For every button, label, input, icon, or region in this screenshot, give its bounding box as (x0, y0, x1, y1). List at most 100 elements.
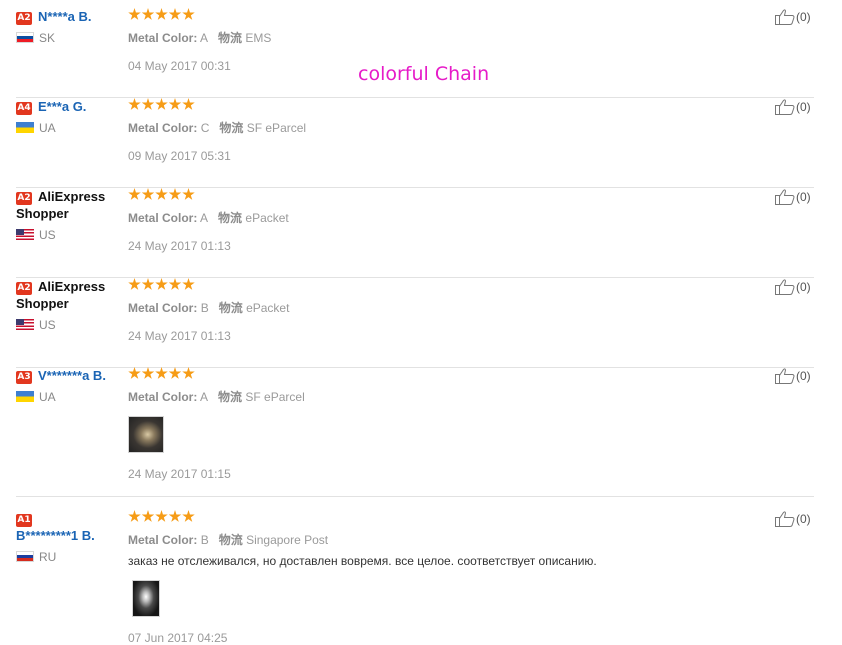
reviewer-country: UA (16, 390, 124, 404)
like-count: (0) (796, 190, 811, 204)
star-icon (141, 98, 155, 110)
reviewer-info: A2 AliExpress Shopper US (16, 278, 124, 332)
star-rating (128, 188, 196, 203)
reviewer-country: US (16, 228, 124, 242)
metal-color-label: Metal Color: (128, 533, 198, 547)
star-icon (128, 510, 141, 522)
review-date: 09 May 2017 05:31 (128, 149, 231, 163)
metal-color-value: B (200, 533, 209, 547)
star-icon (182, 8, 195, 20)
order-attributes: Metal Color: A 物流 SF eParcel (128, 390, 728, 404)
order-attributes: Metal Color: A 物流 EMS (128, 31, 728, 45)
buyer-level-badge: A1 (16, 514, 32, 527)
reviewer-info: A2 AliExpress Shopper US (16, 188, 124, 242)
star-icon (155, 278, 168, 290)
metal-color-value: B (200, 301, 209, 315)
reviewer-info: A3 V*******a B. UA (16, 367, 124, 404)
review-item: A2 AliExpress Shopper US Metal Color: B 物流… (16, 278, 814, 368)
metal-color-value: A (200, 31, 209, 45)
star-icon (128, 188, 141, 200)
shipping-value: ePacket (246, 301, 290, 315)
usa-flag-icon (16, 319, 34, 330)
thumbs-up-icon (775, 368, 795, 384)
shipping-value: SF eParcel (245, 390, 305, 404)
country-code: US (39, 228, 56, 242)
review-content: Metal Color: B 物流 Singapore Post заказ не… (128, 510, 728, 645)
star-icon (128, 367, 141, 379)
star-icon (141, 367, 155, 379)
star-icon (128, 98, 141, 110)
review-photo-thumbnail[interactable] (132, 580, 160, 617)
metal-color-value: A (200, 390, 209, 404)
star-icon (155, 8, 168, 20)
star-icon (141, 188, 155, 200)
shipping-label: 物流 (218, 301, 243, 315)
reviewer-name[interactable]: V*******a B. (38, 368, 106, 383)
ukraine-flag-icon (16, 391, 34, 402)
like-button[interactable]: (0) (774, 510, 811, 528)
metal-color-label: Metal Color: (128, 390, 198, 404)
review-item: A1 B*********1 B. RU Metal Color: B 物流 Sin… (16, 510, 814, 645)
thumbs-up-icon (775, 99, 795, 115)
star-rating (128, 510, 196, 525)
review-content: Metal Color: C 物流 SF eParcel 09 May 2017 … (128, 98, 728, 163)
star-icon (168, 278, 182, 290)
star-icon (155, 367, 168, 379)
like-button[interactable]: (0) (774, 98, 811, 116)
metal-color-label: Metal Color: (128, 121, 198, 135)
country-code: UA (39, 390, 56, 404)
reviewer-name[interactable]: B*********1 B. (16, 528, 95, 543)
star-rating (128, 8, 196, 23)
star-icon (182, 188, 195, 200)
star-icon (168, 188, 182, 200)
review-divider (16, 496, 814, 497)
review-date: 07 Jun 2017 04:25 (128, 631, 228, 645)
shipping-value: Singapore Post (246, 533, 329, 547)
like-count: (0) (796, 100, 811, 114)
review-content: Metal Color: A 物流 SF eParcel 24 May 2017 … (128, 367, 728, 481)
thumbs-up-icon (775, 189, 795, 205)
review-date: 24 May 2017 01:13 (128, 239, 231, 253)
review-date: 04 May 2017 00:31 (128, 59, 231, 73)
buyer-level-badge: A3 (16, 371, 32, 384)
metal-color-value: A (200, 211, 209, 225)
review-item: A3 V*******a B. UA Metal Color: A 物流 SF eP… (16, 367, 814, 497)
star-icon (168, 510, 182, 522)
like-button[interactable]: (0) (774, 8, 811, 26)
review-photo-thumbnail[interactable] (128, 416, 164, 453)
russia-flag-icon (16, 551, 34, 562)
metal-color-label: Metal Color: (128, 31, 198, 45)
reviewer-name[interactable]: N****a B. (38, 9, 91, 24)
like-button[interactable]: (0) (774, 188, 811, 206)
like-button[interactable]: (0) (774, 278, 811, 296)
reviewer-country: UA (16, 121, 124, 135)
shipping-value: SF eParcel (246, 121, 307, 135)
review-item: A4 E***a G. UA Metal Color: C 物流 SF eParce… (16, 98, 814, 188)
review-content: Metal Color: B 物流 ePacket 24 May 2017 01:… (128, 278, 728, 343)
star-icon (182, 367, 195, 379)
thumbs-up-icon (775, 511, 795, 527)
shipping-label: 物流 (218, 533, 243, 547)
star-icon (141, 510, 155, 522)
reviewer-name[interactable]: E***a G. (38, 99, 86, 114)
buyer-level-badge: A4 (16, 102, 32, 115)
country-code: UA (39, 121, 56, 135)
star-icon (155, 510, 168, 522)
country-code: US (39, 318, 56, 332)
slovakia-flag-icon (16, 32, 34, 43)
star-icon (141, 8, 155, 20)
review-comment: заказ не отслеживался, но доставлен вовр… (128, 554, 597, 568)
star-icon (141, 278, 155, 290)
star-rating (128, 278, 196, 293)
shipping-value: EMS (245, 31, 272, 45)
ukraine-flag-icon (16, 122, 34, 133)
review-item: A2 N****a B. SK Metal Color: A 物流 EMS 04 M… (16, 8, 814, 98)
like-button[interactable]: (0) (774, 367, 811, 385)
star-icon (182, 510, 195, 522)
review-date: 24 May 2017 01:13 (128, 329, 231, 343)
order-attributes: Metal Color: C 物流 SF eParcel (128, 121, 728, 135)
star-icon (155, 188, 168, 200)
usa-flag-icon (16, 229, 34, 240)
star-icon (182, 98, 195, 110)
shipping-value: ePacket (245, 211, 289, 225)
